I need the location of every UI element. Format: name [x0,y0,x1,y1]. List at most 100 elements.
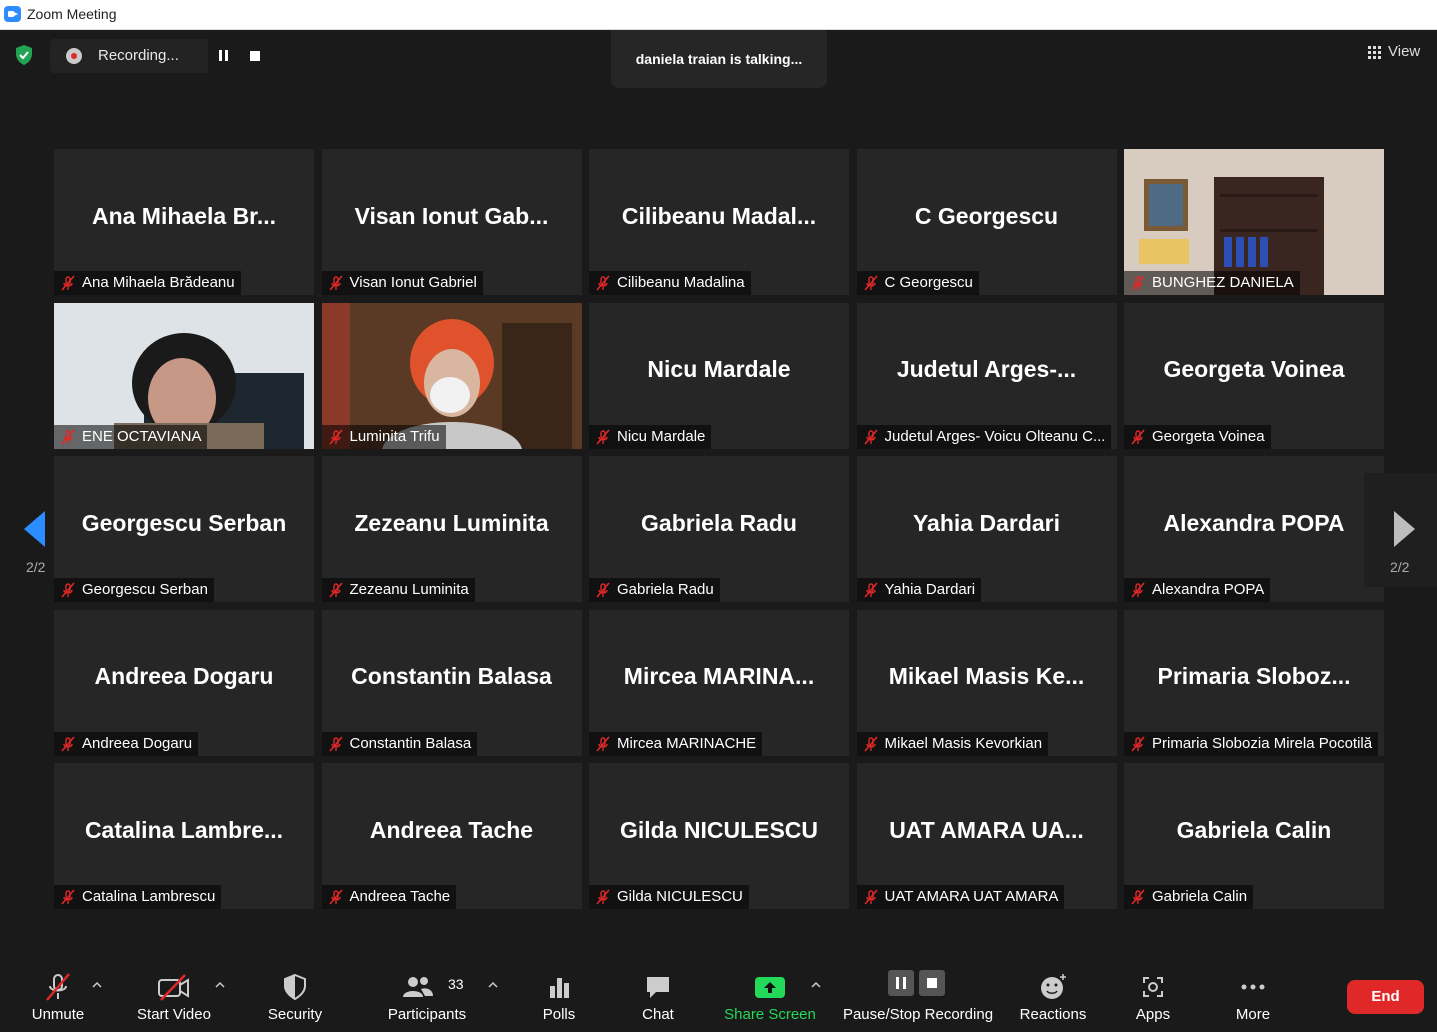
participant-name-label: Georgescu Serban [82,581,208,598]
participant-tile[interactable]: Andreea Tache Andreea Tache [321,763,582,909]
participant-tile[interactable]: Nicu Mardale Nicu Mardale [589,302,849,449]
pause-recording-button[interactable] [208,39,240,73]
reactions-button[interactable]: Reactions [1016,960,1090,1032]
participants-options-caret-icon[interactable] [488,980,498,990]
participant-display-name: Georgeta Voinea [1163,356,1345,382]
participant-tile[interactable]: C Georgescu C Georgescu [856,149,1117,295]
microphone-muted-icon [595,275,611,291]
participant-name-label: Visan Ionut Gabriel [349,274,477,291]
participant-name-tag: UAT AMARA UAT AMARA [856,885,1065,909]
participant-display-name: Primaria Sloboz... [1157,663,1351,689]
participant-name-label: Ana Mihaela Brădeanu [82,274,235,291]
share-options-caret-icon[interactable] [811,980,821,990]
participant-display-name: Mikael Masis Ke... [888,663,1085,689]
participant-display-name: Visan Ionut Gab... [354,202,549,229]
recording-dot-icon [66,48,82,64]
participant-name-label: Alexandra POPA [1152,581,1265,598]
recording-bar: Recording... [50,39,270,73]
participant-tile[interactable]: Gabriela Radu Gabriela Radu [589,456,849,602]
participant-tile[interactable]: Ana Mihaela Br... Ana Mihaela Brădeanu [54,149,314,295]
participant-tile[interactable]: Alexandra POPA Alexandra POPA [1124,456,1384,602]
participant-tile[interactable]: Gilda NICULESCU Gilda NICULESCU [589,763,849,909]
microphone-muted-icon [46,973,70,1001]
participant-name-tag: Andreea Dogaru [54,731,199,756]
start-video-button[interactable]: Start Video [132,960,216,1032]
microphone-muted-icon [863,889,879,905]
audio-options-caret-icon[interactable] [92,980,102,990]
participant-tile[interactable]: Luminita Trifu [321,302,582,449]
participant-name-label: Georgeta Voinea [1152,427,1265,445]
participant-tile[interactable]: Constantin Balasa Constantin Balasa [321,609,582,756]
participant-name-label: Yahia Dardari [884,581,976,598]
polls-button[interactable]: Polls [532,960,586,1032]
participant-name-label: Luminita Trifu [349,427,440,445]
participant-tile[interactable]: Catalina Lambre... Catalina Lambrescu [54,763,314,909]
view-button[interactable]: View [1362,40,1430,66]
participant-tile[interactable]: Georgescu Serban Georgescu Serban [54,456,314,602]
participant-tile[interactable]: BUNGHEZ DANIELA [1124,149,1384,295]
microphone-muted-icon [328,735,344,752]
participant-name-tag: Mikael Masis Kevorkian [856,731,1049,756]
participant-tile[interactable]: ENE OCTAVIANA [54,302,314,449]
participant-display-name: Constantin Balasa [351,663,552,689]
participant-tile[interactable]: Yahia Dardari Yahia Dardari [856,456,1117,602]
participant-name-label: Cilibeanu Madalina [617,274,745,291]
participant-name-tag: Visan Ionut Gabriel [321,271,483,295]
participant-tile[interactable]: Mikael Masis Ke... Mikael Masis Kevorkian [856,609,1117,756]
participants-icon [403,977,433,997]
participant-name-tag: Andreea Tache [321,885,457,909]
participant-name-tag: Zezeanu Luminita [321,578,475,602]
participant-tile[interactable]: Georgeta Voinea Georgeta Voinea [1124,302,1384,449]
chat-bubble-icon [647,977,669,998]
microphone-muted-icon [863,428,879,445]
participant-tile[interactable]: Gabriela Calin Gabriela Calin [1124,763,1384,909]
participant-display-name: C Georgescu [914,202,1059,229]
microphone-muted-icon [595,889,611,905]
participant-display-name: Nicu Mardale [647,356,791,382]
participant-name-tag: Gabriela Calin [1124,885,1254,909]
window-titlebar: Zoom Meeting [0,0,1437,30]
window-title: Zoom Meeting [27,6,117,22]
apps-button[interactable]: Apps [1128,960,1178,1032]
stop-recording-button[interactable] [240,39,270,73]
participant-tile[interactable]: Cilibeanu Madal... Cilibeanu Madalina [589,149,849,295]
participant-display-name: Ana Mihaela Br... [91,202,277,229]
participant-name-tag: ENE OCTAVIANA [54,424,208,449]
participant-name-label: Primaria Slobozia Mirela Pocotilă [1152,734,1373,752]
microphone-muted-icon [863,735,879,752]
microphone-muted-icon [595,735,611,752]
encryption-shield-icon[interactable] [12,43,36,67]
apps-label: Apps [1135,1006,1171,1023]
participant-tile[interactable]: Visan Ionut Gab... Visan Ionut Gabriel [321,149,582,295]
next-page-button[interactable]: 2/2 [1364,473,1437,587]
participant-tile[interactable]: Zezeanu Luminita Zezeanu Luminita [321,456,582,602]
participant-tile[interactable]: Andreea Dogaru Andreea Dogaru [54,609,314,756]
share-screen-button[interactable]: Share Screen [722,960,818,1032]
participant-tile[interactable]: Mircea MARINA... Mircea MARINACHE [589,609,849,756]
pause-stop-recording-button[interactable]: Pause/Stop Recording [840,960,996,1032]
participant-tile[interactable]: Primaria Sloboz... Primaria Slobozia Mire… [1124,609,1384,756]
participants-button[interactable]: 33 Participants [382,960,472,1032]
participant-name-tag: Yahia Dardari [856,578,982,602]
share-screen-label: Share Screen [724,1006,816,1023]
microphone-muted-icon [328,275,344,291]
microphone-muted-icon [60,428,76,445]
end-meeting-button[interactable]: End [1347,980,1424,1014]
unmute-button[interactable]: Unmute [22,960,94,1032]
chat-button[interactable]: Chat [630,960,686,1032]
participant-name-tag: Georgeta Voinea [1124,424,1271,449]
security-button[interactable]: Security [262,960,328,1032]
zoom-logo-icon [4,6,21,22]
participant-display-name: Mircea MARINA... [623,663,815,689]
more-button[interactable]: More [1226,960,1280,1032]
participant-name-tag: Luminita Trifu [321,424,446,449]
chat-label: Chat [642,1006,674,1023]
participant-name-label: UAT AMARA UAT AMARA [884,888,1059,905]
video-options-caret-icon[interactable] [215,980,225,990]
microphone-muted-icon [1130,735,1146,752]
participant-name-tag: Mircea MARINACHE [589,731,763,756]
participants-count-badge: 33 [448,976,464,992]
participant-tile[interactable]: Judetul Arges-... Judetul Arges- Voicu Ol… [856,302,1117,449]
participant-tile[interactable]: UAT AMARA UA... UAT AMARA UAT AMARA [856,763,1117,909]
participant-name-tag: Alexandra POPA [1124,578,1271,602]
